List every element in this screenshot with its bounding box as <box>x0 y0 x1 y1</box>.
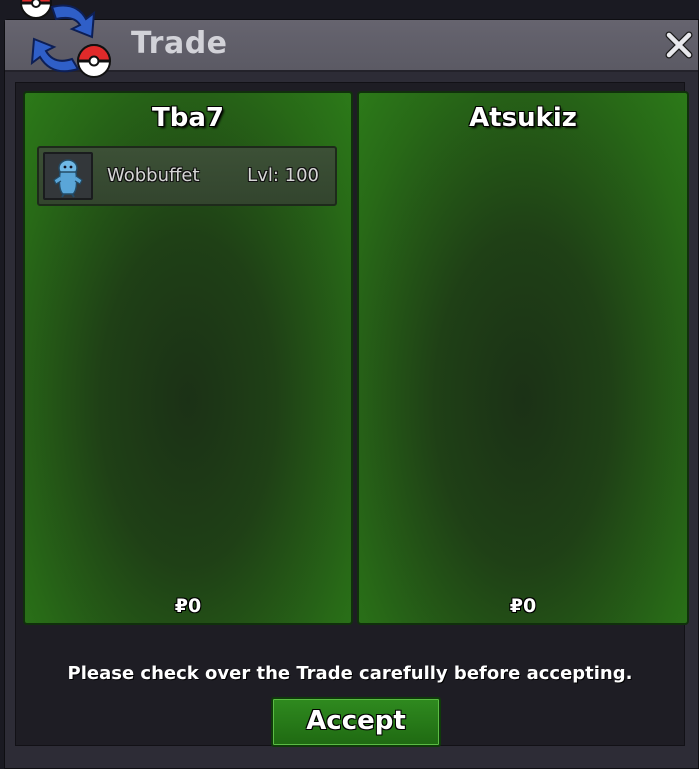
trade-panel-left: Tba7 Wobbuffet Lvl: 100 ₽0 <box>23 91 353 625</box>
trade-window: Trade Tba7 Wobbuffet Lvl: 100 ₽0 Atsukiz… <box>4 19 699 769</box>
close-icon[interactable] <box>664 30 694 60</box>
trade-notice: Please check over the Trade carefully be… <box>67 663 633 684</box>
pokemon-level: Lvl: 100 <box>247 165 319 186</box>
trade-content: Tba7 Wobbuffet Lvl: 100 ₽0 Atsukiz ₽0 Pl… <box>15 82 689 747</box>
pokemon-slot[interactable]: Wobbuffet Lvl: 100 <box>37 146 337 206</box>
trade-pokeball-arrows-icon <box>19 0 112 78</box>
trade-panel-right: Atsukiz ₽0 <box>357 91 689 625</box>
wobbuffet-sprite-icon <box>53 159 83 198</box>
money-left: ₽0 <box>174 595 202 617</box>
pokemon-icon-box <box>43 152 93 200</box>
window-title: Trade <box>131 26 228 61</box>
trainer-name-left: Tba7 <box>152 103 224 133</box>
pokemon-name: Wobbuffet <box>107 165 200 186</box>
money-right: ₽0 <box>509 595 537 617</box>
accept-button[interactable]: Accept <box>271 697 441 747</box>
trainer-name-right: Atsukiz <box>469 103 577 133</box>
